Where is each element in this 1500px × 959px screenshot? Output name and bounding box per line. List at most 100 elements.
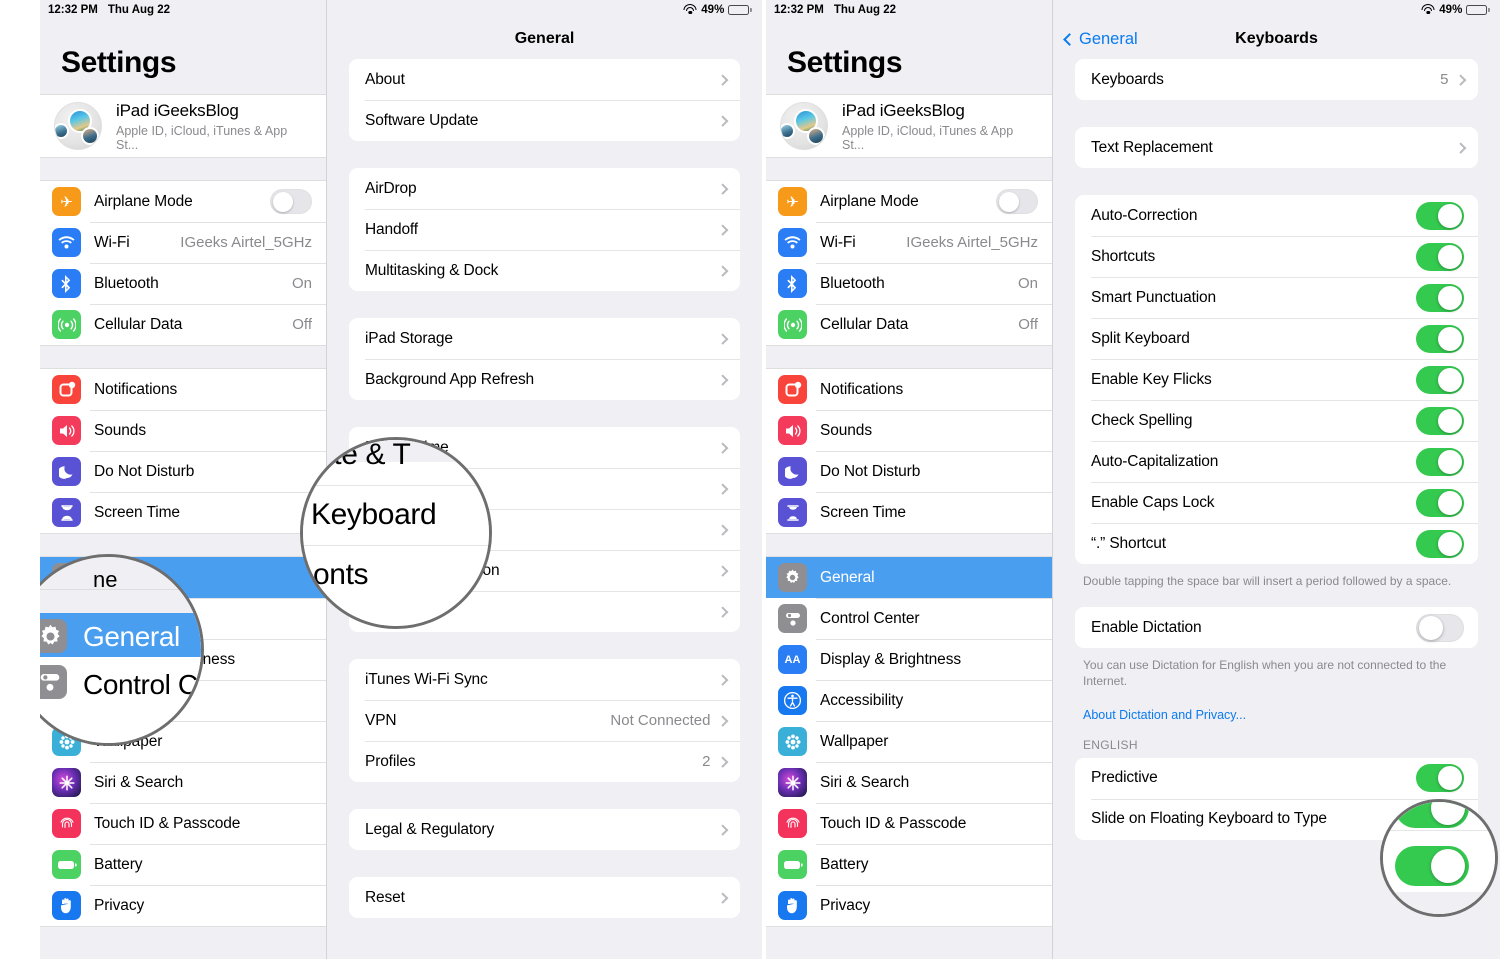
- row-label: AirDrop: [365, 179, 417, 197]
- general-row-reset[interactable]: Reset: [349, 877, 740, 918]
- airplane-mode-toggle[interactable]: [996, 189, 1038, 214]
- sidebar-item-airplane-mode[interactable]: ✈ Airplane Mode: [766, 181, 1052, 222]
- general-row-itunes-wifi-sync[interactable]: iTunes Wi-Fi Sync: [349, 659, 740, 700]
- sidebar-item-notifications[interactable]: Notifications: [766, 369, 1052, 410]
- general-row-airdrop[interactable]: AirDrop: [349, 168, 740, 209]
- sidebar-item-privacy[interactable]: Privacy: [40, 885, 326, 926]
- chevron-right-icon: [716, 74, 728, 85]
- sidebar-item-accessibility[interactable]: Accessibility: [766, 680, 1052, 721]
- keyboards-row-enable-caps-lock[interactable]: Enable Caps Lock: [1075, 482, 1478, 523]
- predictive-toggle[interactable]: [1416, 764, 1464, 793]
- keyboards-row-shortcuts[interactable]: Shortcuts: [1075, 236, 1478, 277]
- sidebar-item-label: Privacy: [94, 896, 145, 914]
- split-keyboard-toggle[interactable]: [1416, 324, 1464, 353]
- sidebar-item-touch-id-passcode[interactable]: Touch ID & Passcode: [766, 803, 1052, 844]
- general-row-background-app-refresh[interactable]: Background App Refresh: [349, 359, 740, 400]
- airplane-mode-toggle[interactable]: [270, 189, 312, 214]
- sidebar-item-sounds[interactable]: Sounds: [40, 410, 326, 451]
- sidebar-item-privacy[interactable]: Privacy: [766, 885, 1052, 926]
- bluetooth-value: On: [291, 275, 312, 292]
- keyboards-row-enable-dictation[interactable]: Enable Dictation: [1075, 607, 1478, 649]
- sidebar-item-battery[interactable]: Battery: [40, 844, 326, 885]
- loupe-slide-toggle: [1395, 846, 1469, 886]
- general-row-about[interactable]: About: [349, 59, 740, 100]
- keyboards-row-auto-correction[interactable]: Auto-Correction: [1075, 195, 1478, 236]
- period-shortcut-toggle[interactable]: [1416, 529, 1464, 558]
- keyboards-row-auto-capitalization[interactable]: Auto-Capitalization: [1075, 441, 1478, 482]
- keyboards-row-check-spelling[interactable]: Check Spelling: [1075, 400, 1478, 441]
- sidebar-item-label: Control Center: [820, 609, 920, 627]
- settings-sidebar-left[interactable]: Settings iPad iGeeksBlog Apple ID, iClou…: [40, 0, 327, 959]
- sidebar-item-siri-search[interactable]: Siri & Search: [766, 762, 1052, 803]
- sidebar-item-label: General: [820, 568, 875, 586]
- sidebar-item-sounds[interactable]: Sounds: [766, 410, 1052, 451]
- avatar: [780, 102, 828, 150]
- row-label: Handoff: [365, 220, 418, 238]
- nav-title: Keyboards: [1235, 30, 1318, 47]
- sidebar-item-screen-time[interactable]: Screen Time: [766, 492, 1052, 533]
- keyboards-row-smart-punctuation[interactable]: Smart Punctuation: [1075, 277, 1478, 318]
- sidebar-item-display-brightness[interactable]: AA Display & Brightness: [766, 639, 1052, 680]
- row-label: Smart Punctuation: [1091, 288, 1216, 306]
- keyboards-row-text-replacement[interactable]: Text Replacement: [1075, 127, 1478, 168]
- sidebar-item-siri-search[interactable]: Siri & Search: [40, 762, 326, 803]
- enable-key-flicks-toggle[interactable]: [1416, 365, 1464, 394]
- sidebar-item-wifi[interactable]: Wi-Fi IGeeks Airtel_5GHz: [40, 222, 326, 263]
- shortcuts-toggle[interactable]: [1416, 242, 1464, 271]
- sidebar-item-cellular-data[interactable]: Cellular Data Off: [766, 304, 1052, 345]
- loupe-keyboard-label: Keyboard: [311, 498, 437, 531]
- smart-punctuation-toggle[interactable]: [1416, 283, 1464, 312]
- sidebar-item-touch-id-passcode[interactable]: Touch ID & Passcode: [40, 803, 326, 844]
- sounds-icon: [52, 416, 81, 445]
- sidebar-item-battery[interactable]: Battery: [766, 844, 1052, 885]
- control-center-icon: [778, 604, 807, 633]
- battery-icon: [52, 850, 81, 879]
- sidebar-item-bluetooth[interactable]: Bluetooth On: [766, 263, 1052, 304]
- general-row-legal-regulatory[interactable]: Legal & Regulatory: [349, 809, 740, 850]
- sidebar-item-do-not-disturb[interactable]: Do Not Disturb: [40, 451, 326, 492]
- chevron-right-icon: [1454, 74, 1466, 85]
- sidebar-item-cellular-data[interactable]: Cellular Data Off: [40, 304, 326, 345]
- cellular-icon: [52, 310, 81, 339]
- keyboards-row-predictive[interactable]: Predictive: [1075, 757, 1478, 799]
- about-dictation-privacy-link[interactable]: About Dictation and Privacy...: [1075, 708, 1478, 722]
- auto-correction-toggle[interactable]: [1416, 201, 1464, 230]
- general-row-profiles[interactable]: Profiles 2: [349, 741, 740, 782]
- keyboards-row-keyboards[interactable]: Keyboards 5: [1075, 59, 1478, 100]
- chevron-right-icon: [716, 565, 728, 576]
- sidebar-item-general[interactable]: General: [766, 557, 1052, 598]
- general-row-multitasking-dock[interactable]: Multitasking & Dock: [349, 250, 740, 291]
- keyboards-row-period-shortcut[interactable]: “.” Shortcut: [1075, 523, 1478, 564]
- sidebar-item-airplane-mode[interactable]: ✈ Airplane Mode: [40, 181, 326, 222]
- do-not-disturb-icon: [778, 457, 807, 486]
- general-row-handoff[interactable]: Handoff: [349, 209, 740, 250]
- sidebar-item-screen-time[interactable]: Screen Time: [40, 492, 326, 533]
- keyboards-row-split-keyboard[interactable]: Split Keyboard: [1075, 318, 1478, 359]
- screen-time-icon: [778, 498, 807, 527]
- sidebar-item-control-center[interactable]: Control Center: [766, 598, 1052, 639]
- back-button-general[interactable]: General: [1063, 30, 1138, 49]
- sidebar-item-wifi[interactable]: Wi-Fi IGeeks Airtel_5GHz: [766, 222, 1052, 263]
- sidebar-item-bluetooth[interactable]: Bluetooth On: [40, 263, 326, 304]
- keyboards-row-enable-key-flicks[interactable]: Enable Key Flicks: [1075, 359, 1478, 400]
- cellular-value: Off: [292, 316, 312, 333]
- general-row-ipad-storage[interactable]: iPad Storage: [349, 318, 740, 359]
- loupe-gear-icon: [40, 619, 67, 653]
- general-row-software-update[interactable]: Software Update: [349, 100, 740, 141]
- sidebar-item-wallpaper[interactable]: Wallpaper: [766, 721, 1052, 762]
- sidebar-item-apple-id[interactable]: iPad iGeeksBlog Apple ID, iCloud, iTunes…: [40, 95, 326, 157]
- general-group-network: iTunes Wi-Fi Sync VPN Not Connected Prof…: [349, 659, 740, 782]
- bluetooth-icon: [52, 269, 81, 298]
- check-spelling-toggle[interactable]: [1416, 406, 1464, 435]
- sidebar-item-notifications[interactable]: Notifications: [40, 369, 326, 410]
- settings-sidebar-right[interactable]: Settings iPad iGeeksBlog Apple ID, iClou…: [766, 0, 1053, 959]
- row-label: iTunes Wi-Fi Sync: [365, 670, 488, 688]
- enable-caps-lock-toggle[interactable]: [1416, 488, 1464, 517]
- keyboards-group-dictation: Enable Dictation: [1075, 607, 1478, 649]
- chevron-right-icon: [716, 483, 728, 494]
- enable-dictation-toggle[interactable]: [1416, 613, 1464, 642]
- sidebar-item-do-not-disturb[interactable]: Do Not Disturb: [766, 451, 1052, 492]
- auto-capitalization-toggle[interactable]: [1416, 447, 1464, 476]
- general-row-vpn[interactable]: VPN Not Connected: [349, 700, 740, 741]
- sidebar-item-apple-id[interactable]: iPad iGeeksBlog Apple ID, iCloud, iTunes…: [766, 95, 1052, 157]
